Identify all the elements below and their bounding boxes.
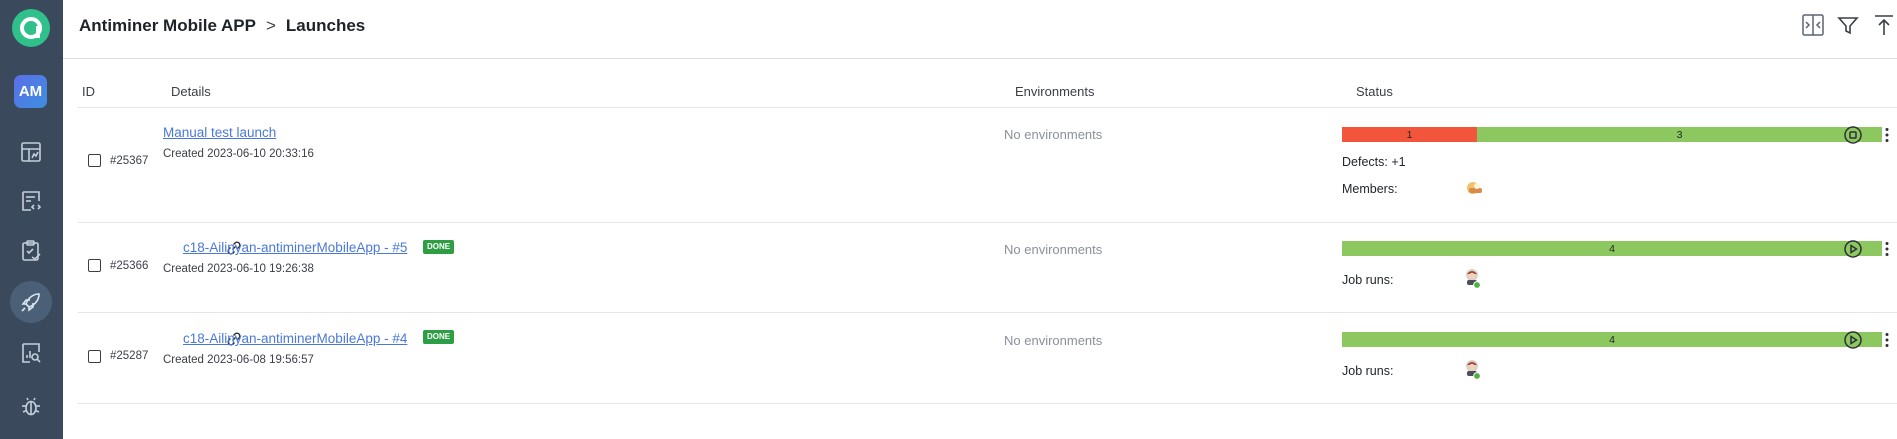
launch-id: #25366 xyxy=(110,260,149,272)
sidebar-item-defects[interactable] xyxy=(10,385,52,427)
status-bar[interactable]: 4 xyxy=(1342,332,1882,347)
collapse-icon xyxy=(1802,14,1824,36)
more-menu-button[interactable] xyxy=(1877,125,1897,145)
members-label: Members: xyxy=(1342,182,1398,196)
jenkins-icon xyxy=(1466,269,1481,289)
kebab-icon xyxy=(1885,333,1889,347)
more-menu-button[interactable] xyxy=(1877,330,1897,350)
breadcrumb-project[interactable]: Antiminer Mobile APP xyxy=(79,16,256,36)
collapse-button[interactable] xyxy=(1800,12,1826,38)
kebab-icon xyxy=(1885,242,1889,256)
defects-count[interactable]: +1 xyxy=(1391,155,1405,169)
launch-id: #25367 xyxy=(110,155,149,167)
sidebar-item-launches[interactable] xyxy=(10,281,52,323)
environments-value: No environments xyxy=(1004,333,1103,348)
launch-id: #25287 xyxy=(110,350,149,362)
environments-value: No environments xyxy=(1004,242,1103,257)
sidebar-item-analytics[interactable] xyxy=(10,332,52,374)
app-logo[interactable] xyxy=(12,9,50,47)
launch-title-link[interactable]: c18-Ailinyan-antiminerMobileApp - #5 xyxy=(183,240,407,255)
job-run-avatar[interactable] xyxy=(1464,358,1484,380)
defects-label: Defects: +1 xyxy=(1342,155,1406,169)
member-avatar-icon xyxy=(1467,182,1482,194)
done-badge: DONE xyxy=(423,330,455,344)
table-row[interactable]: #25366 c18-Ailinyan-antiminerMobileApp -… xyxy=(63,223,1897,312)
status-segment[interactable]: 3 xyxy=(1477,127,1882,142)
breadcrumb: Antiminer Mobile APP > Launches xyxy=(79,16,365,36)
status-segment[interactable]: 4 xyxy=(1342,241,1882,256)
filter-icon xyxy=(1837,17,1859,35)
defects-text: Defects: xyxy=(1342,155,1388,169)
row-checkbox[interactable] xyxy=(88,350,101,363)
page-title: Launches xyxy=(285,16,366,35)
jenkins-icon xyxy=(1466,360,1481,380)
upload-button[interactable] xyxy=(1871,12,1897,38)
analytics-icon xyxy=(22,343,41,363)
breadcrumb-separator: > xyxy=(265,16,276,35)
launch-title-link[interactable]: Manual test launch xyxy=(163,125,276,140)
member-avatar[interactable] xyxy=(1464,178,1484,198)
kebab-icon xyxy=(1885,128,1889,142)
status-bar[interactable]: 4 xyxy=(1342,241,1882,256)
sidebar-item-test-plans[interactable] xyxy=(10,230,52,272)
sidebar-item-test-cases[interactable] xyxy=(10,180,52,222)
status-segment[interactable]: 1 xyxy=(1342,127,1477,142)
column-header-environments[interactable]: Environments xyxy=(1015,84,1094,99)
created-date: Created 2023-06-10 19:26:38 xyxy=(163,263,314,275)
launch-title-link[interactable]: c18-Ailinyan-antiminerMobileApp - #4 xyxy=(183,331,407,346)
column-header-status[interactable]: Status xyxy=(1356,84,1393,99)
test-plans-icon xyxy=(22,240,41,261)
table-row[interactable]: #25287 c18-Ailinyan-antiminerMobileApp -… xyxy=(63,313,1897,403)
stop-button[interactable] xyxy=(1843,125,1863,145)
job-runs-label: Job runs: xyxy=(1342,273,1394,287)
job-runs-label: Job runs: xyxy=(1342,364,1394,378)
more-menu-button[interactable] xyxy=(1877,239,1897,259)
divider xyxy=(78,403,1897,404)
created-date: Created 2023-06-10 20:33:16 xyxy=(163,148,314,160)
row-checkbox[interactable] xyxy=(88,154,101,167)
defects-icon xyxy=(22,397,40,416)
status-segment[interactable]: 4 xyxy=(1342,332,1882,347)
launches-icon xyxy=(21,293,40,312)
sidebar: AM xyxy=(0,0,63,439)
upload-icon xyxy=(1875,15,1893,35)
table-row[interactable]: #25367 Manual test launch Created 2023-0… xyxy=(63,108,1897,222)
logo-icon xyxy=(20,17,42,39)
column-header-id[interactable]: ID xyxy=(82,84,95,99)
job-run-avatar[interactable] xyxy=(1464,267,1484,289)
row-checkbox[interactable] xyxy=(88,259,101,272)
play-icon xyxy=(1844,331,1862,349)
page-header: Antiminer Mobile APP > Launches xyxy=(63,0,1897,59)
environments-value: No environments xyxy=(1004,127,1103,142)
filter-button[interactable] xyxy=(1835,12,1861,38)
project-avatar[interactable]: AM xyxy=(14,75,47,108)
status-bar[interactable]: 13 xyxy=(1342,127,1882,142)
run-button[interactable] xyxy=(1843,239,1863,259)
sidebar-item-dashboards[interactable] xyxy=(10,131,52,173)
done-badge: DONE xyxy=(423,240,455,254)
play-icon xyxy=(1844,240,1862,258)
run-button[interactable] xyxy=(1843,330,1863,350)
column-header-details[interactable]: Details xyxy=(171,84,211,99)
stop-icon xyxy=(1844,126,1862,144)
created-date: Created 2023-06-08 19:56:57 xyxy=(163,354,314,366)
test-cases-icon xyxy=(22,191,42,211)
dashboard-icon xyxy=(21,142,41,162)
